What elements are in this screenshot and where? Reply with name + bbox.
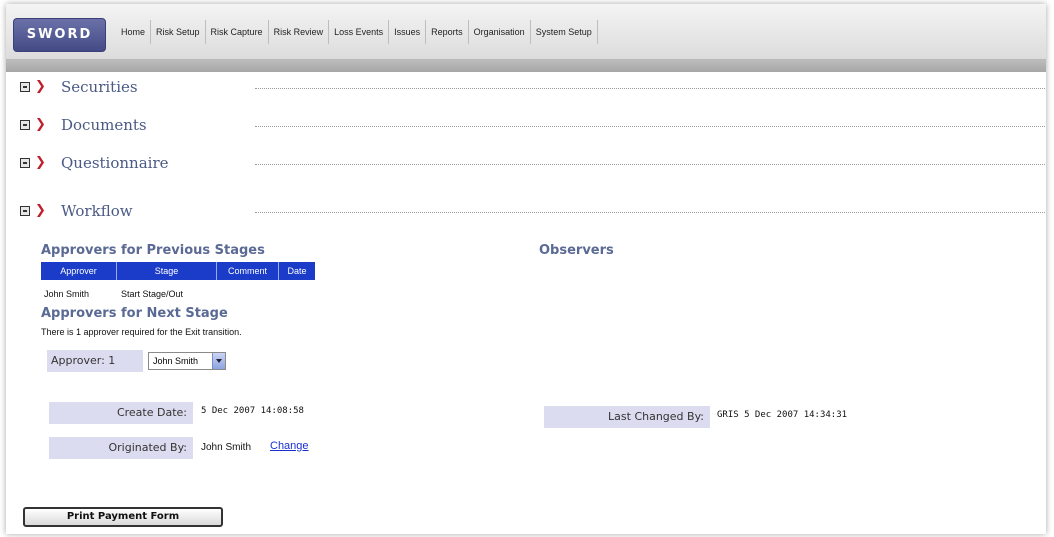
- nav-risk-capture[interactable]: Risk Capture: [206, 20, 269, 44]
- prev-approver-name: John Smith: [44, 289, 90, 299]
- main-nav: Home Risk Setup Risk Capture Risk Review…: [116, 20, 598, 44]
- sub-bar: [6, 60, 1046, 72]
- section-questionnaire: ❯ Questionnaire: [20, 152, 1045, 174]
- sword-logo[interactable]: SWORD: [13, 18, 106, 52]
- section-title-securities[interactable]: Securities: [61, 77, 138, 97]
- section-divider: [255, 164, 1045, 165]
- nav-issues[interactable]: Issues: [389, 20, 427, 44]
- approver-select-value: John Smith: [153, 356, 199, 366]
- section-title-questionnaire[interactable]: Questionnaire: [61, 153, 169, 173]
- approvers-grid-header: Approver Stage Comment Date: [41, 262, 315, 280]
- approver-select[interactable]: John Smith: [148, 352, 226, 370]
- nav-reports[interactable]: Reports: [426, 20, 469, 44]
- nav-home[interactable]: Home: [116, 20, 152, 44]
- section-workflow: ❯ Workflow: [20, 200, 1045, 222]
- previous-approvers-title: Approvers for Previous Stages: [41, 243, 265, 258]
- create-date-value: 5 Dec 2007 14:08:58: [201, 406, 304, 416]
- section-documents: ❯ Documents: [20, 114, 1045, 136]
- chevron-right-icon: ❯: [35, 79, 46, 94]
- expand-icon[interactable]: [20, 82, 30, 92]
- print-payment-form-button[interactable]: Print Payment Form: [23, 507, 223, 527]
- approver-label: Approver: 1: [47, 350, 143, 372]
- nav-risk-setup[interactable]: Risk Setup: [151, 20, 206, 44]
- collapse-icon[interactable]: [20, 206, 30, 216]
- column-header-comment[interactable]: Comment: [217, 262, 279, 280]
- create-date-label: Create Date:: [49, 402, 193, 424]
- section-divider: [255, 88, 1045, 89]
- app-window: SWORD Home Risk Setup Risk Capture Risk …: [6, 4, 1046, 534]
- nav-system-setup[interactable]: System Setup: [531, 20, 598, 44]
- chevron-right-icon: ❯: [35, 203, 46, 218]
- next-approvers-title: Approvers for Next Stage: [41, 306, 228, 321]
- nav-risk-review[interactable]: Risk Review: [269, 20, 330, 44]
- last-changed-by-label: Last Changed By:: [544, 406, 710, 428]
- section-title-documents[interactable]: Documents: [61, 115, 147, 135]
- nav-organisation[interactable]: Organisation: [469, 20, 531, 44]
- next-approvers-note: There is 1 approver required for the Exi…: [41, 327, 242, 337]
- nav-loss-events[interactable]: Loss Events: [329, 20, 390, 44]
- column-header-date[interactable]: Date: [279, 262, 315, 280]
- last-changed-by-value: GRIS 5 Dec 2007 14:34:31: [717, 410, 848, 420]
- section-title-workflow[interactable]: Workflow: [61, 201, 133, 221]
- column-header-stage[interactable]: Stage: [117, 262, 217, 280]
- section-divider: [255, 212, 1045, 213]
- expand-icon[interactable]: [20, 158, 30, 168]
- chevron-down-icon[interactable]: [212, 353, 225, 369]
- originated-by-value: John Smith: [201, 442, 252, 453]
- column-header-approver[interactable]: Approver: [41, 262, 117, 280]
- originated-by-label: Originated By:: [49, 437, 193, 459]
- change-originator-link[interactable]: Change: [270, 440, 309, 452]
- top-bar: SWORD Home Risk Setup Risk Capture Risk …: [6, 4, 1046, 60]
- prev-approver-stage: Start Stage/Out: [121, 289, 184, 299]
- expand-icon[interactable]: [20, 120, 30, 130]
- section-divider: [255, 126, 1045, 127]
- chevron-right-icon: ❯: [35, 155, 46, 170]
- section-securities: ❯ Securities: [20, 76, 1045, 98]
- observers-title: Observers: [539, 243, 614, 258]
- chevron-right-icon: ❯: [35, 117, 46, 132]
